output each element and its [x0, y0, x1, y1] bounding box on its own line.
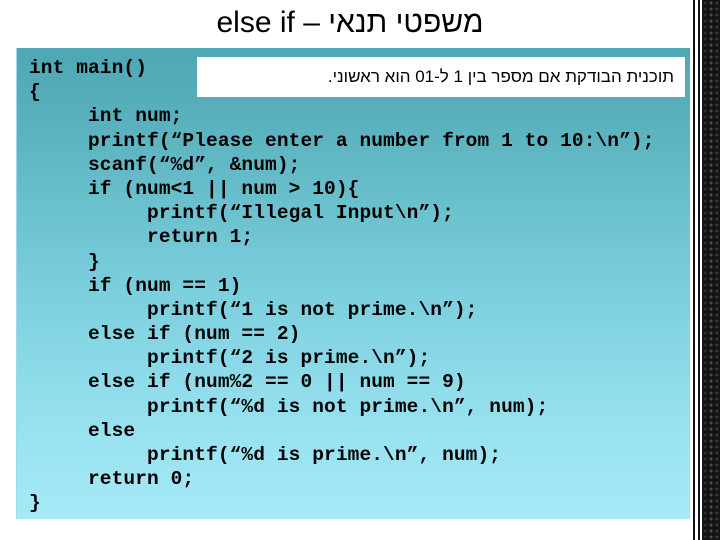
- code-line: else if (num == 2): [29, 323, 301, 346]
- code-line: printf(“%d is not prime.\n”, num);: [29, 395, 549, 418]
- edge-halftone-shading: [702, 0, 720, 540]
- code-line: int main(): [29, 57, 148, 79]
- code-line: return 0;: [29, 468, 195, 491]
- code-line: printf(“Illegal Input\n”);: [29, 202, 454, 225]
- edge-rule-inner: [698, 0, 700, 540]
- code-line: printf(“1 is not prime.\n”);: [29, 298, 478, 321]
- code-line: }: [29, 492, 41, 515]
- code-line: if (num<1 || num > 10){: [29, 177, 360, 200]
- code-panel: תוכנית הבודקת אם מספר בין 1 ל-10 הוא ראש…: [16, 48, 690, 519]
- code-line: {: [29, 81, 41, 104]
- code-line: printf(“Please enter a number from 1 to …: [29, 129, 655, 152]
- code-line: int num;: [29, 105, 183, 128]
- code-line: else if (num%2 == 0 || num == 9): [29, 371, 466, 394]
- slide-canvas: משפטי תנאי – else if תוכנית הבודקת אם מס…: [0, 0, 720, 540]
- code-line: scanf(“%d”, &num);: [29, 153, 301, 176]
- code-line: printf(“%d is prime.\n”, num);: [29, 444, 502, 466]
- code-line: }: [29, 250, 100, 273]
- code-line: else: [29, 419, 136, 442]
- code-listing: int main(){ int num; printf(“Please ente…: [29, 56, 689, 516]
- edge-rule-outer: [693, 0, 695, 540]
- code-line: if (num == 1): [29, 274, 242, 297]
- code-line: printf(“2 is prime.\n”);: [29, 347, 431, 370]
- code-line: return 1;: [29, 226, 254, 249]
- decorative-edge-strip: [690, 0, 720, 540]
- page-title: משפטי תנאי – else if: [216, 6, 484, 39]
